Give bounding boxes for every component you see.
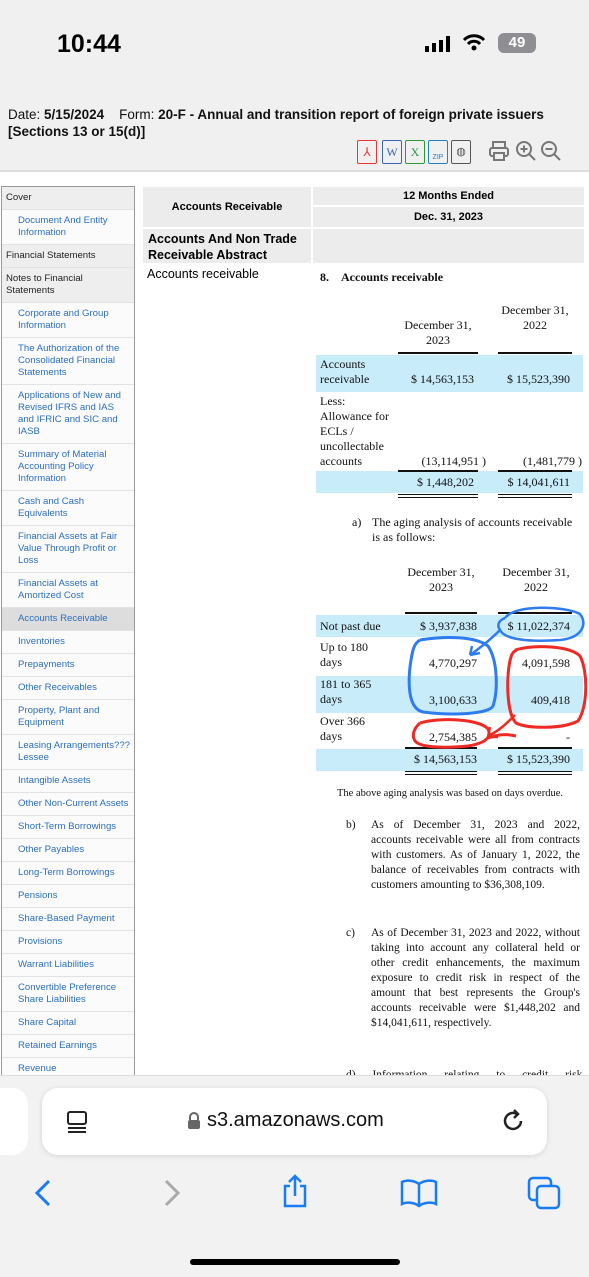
list-marker: c) xyxy=(346,927,355,939)
forward-icon[interactable] xyxy=(162,1178,182,1213)
share-icon[interactable] xyxy=(281,1173,309,1214)
note-c-text: As of December 31, 2023 and 2022, withou… xyxy=(371,927,580,1029)
previous-tab-edge[interactable] xyxy=(0,1088,28,1155)
note-b-text: As of December 31, 2023 and 2022, accoun… xyxy=(371,819,580,891)
url-text[interactable]: s3.amazonaws.com xyxy=(207,1109,384,1132)
lock-icon xyxy=(187,1112,201,1135)
aging-footnote: The above aging analysis was based on da… xyxy=(337,788,563,799)
tabs-icon[interactable] xyxy=(527,1176,563,1215)
blue-circle-annotation xyxy=(407,636,498,716)
reload-icon[interactable] xyxy=(502,1108,526,1139)
red-circle-annotation xyxy=(506,645,588,729)
blue-circle-annotation xyxy=(497,606,585,642)
bookmarks-icon[interactable] xyxy=(400,1178,438,1213)
back-icon[interactable] xyxy=(33,1178,53,1213)
list-marker: b) xyxy=(346,819,356,831)
home-indicator xyxy=(190,1259,400,1265)
tab-overview-icon[interactable] xyxy=(66,1110,88,1141)
red-circle-annotation xyxy=(411,718,517,749)
